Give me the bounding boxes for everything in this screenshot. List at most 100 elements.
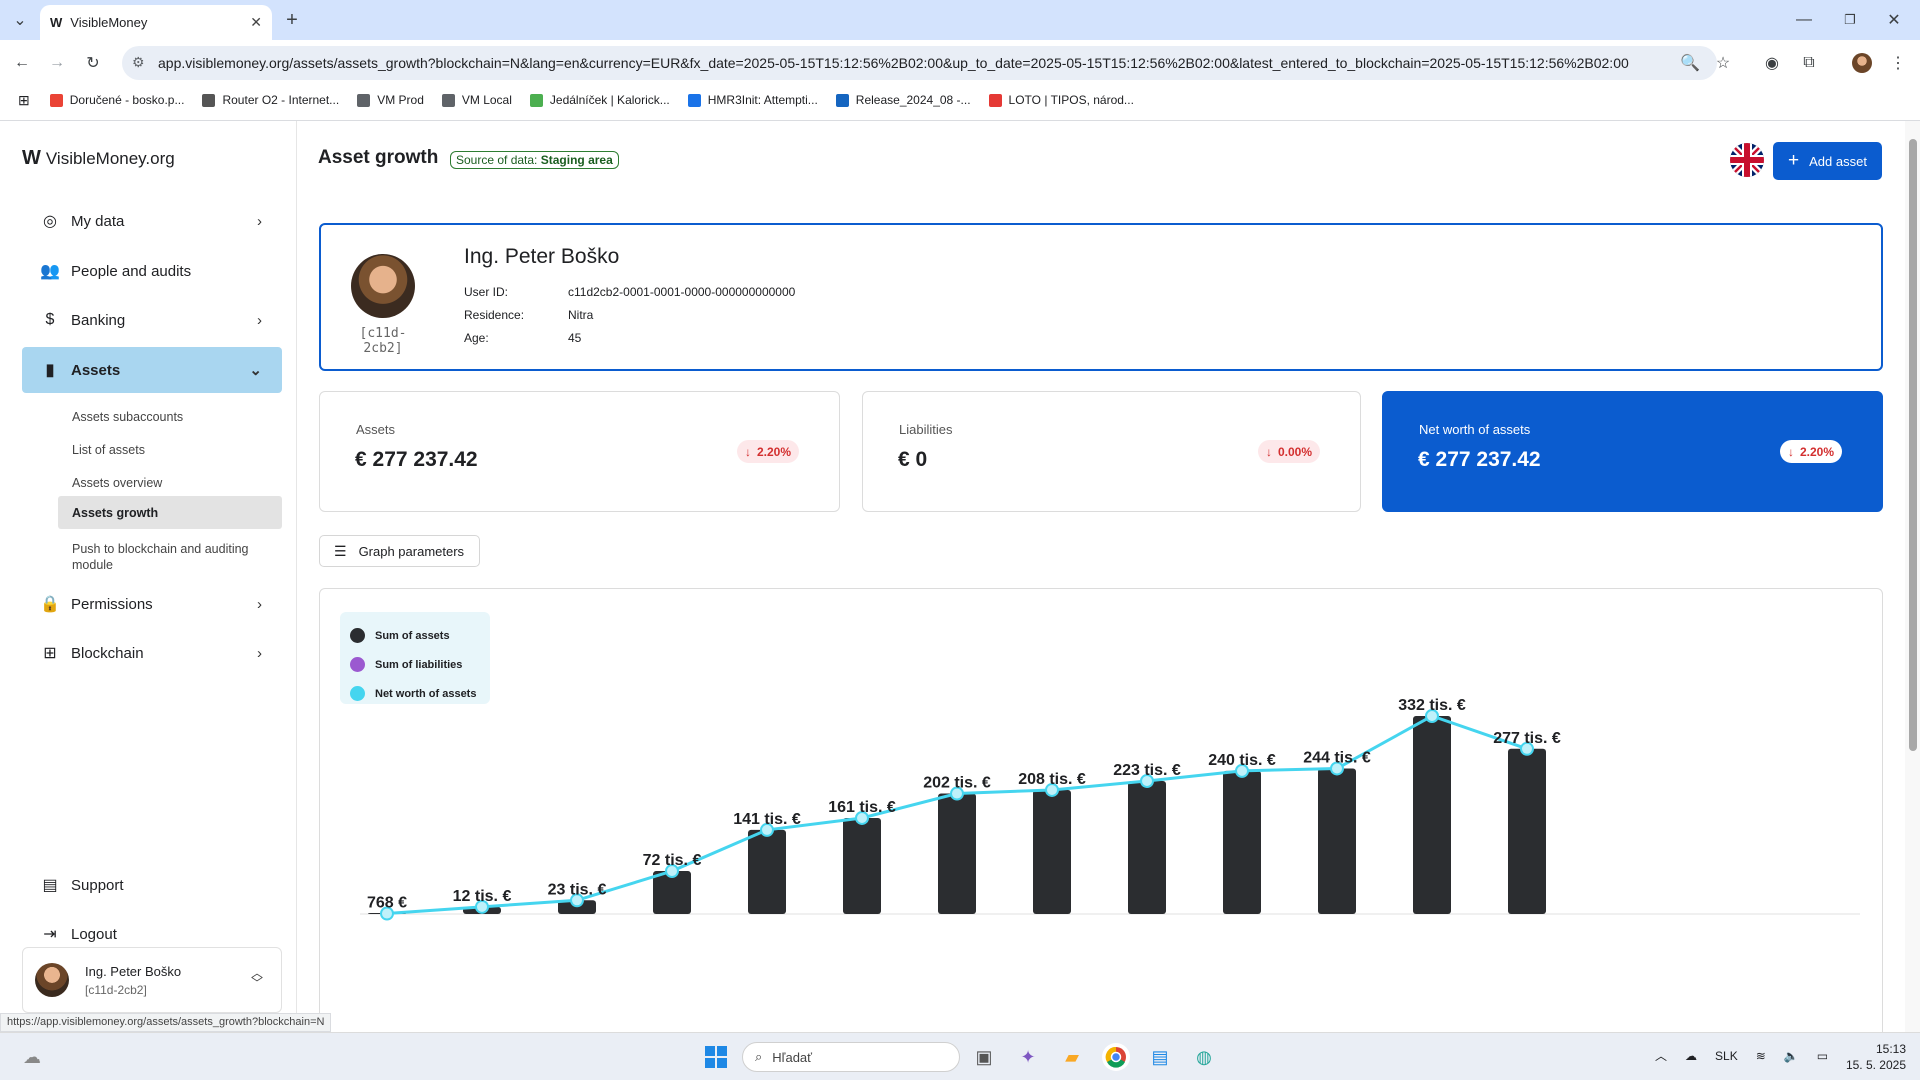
profile-avatar-icon[interactable]: [1848, 49, 1876, 77]
asset-bar[interactable]: [1508, 748, 1546, 914]
user-switcher[interactable]: Ing. Peter Boško [c11d-2cb2] ︿ ﹀: [22, 947, 282, 1013]
card-label: Assets: [356, 422, 396, 437]
sidebar-item-permissions[interactable]: 🔒 Permissions ›: [22, 581, 282, 627]
arrow-down-icon: ↓: [744, 444, 751, 459]
sidebar-subitem-assets-subaccounts[interactable]: Assets subaccounts: [58, 403, 282, 431]
volume-icon[interactable]: 🔈: [1784, 1049, 1799, 1063]
sidebar-item-assets[interactable]: ▮ Assets ⌄: [22, 347, 282, 393]
close-tab-icon[interactable]: ✕: [250, 14, 262, 31]
forward-icon[interactable]: →: [43, 49, 71, 77]
minimize-icon[interactable]: —: [1790, 6, 1818, 34]
site-info-icon[interactable]: ⚙: [132, 54, 145, 71]
bookmark-item[interactable]: Doručené - bosko.p...: [49, 93, 184, 107]
sidebar-subitem-push-to-blockchain[interactable]: Push to blockchain and auditing module: [58, 535, 282, 579]
clock[interactable]: 15:13 15. 5. 2025: [1836, 1041, 1906, 1073]
battery-icon[interactable]: ▭: [1817, 1049, 1828, 1063]
sidebar-item-my-data[interactable]: ◎ My data ›: [22, 198, 282, 244]
bookmark-item[interactable]: Jedálníček | Kalorick...: [529, 93, 670, 107]
bookmark-item[interactable]: HMR3Init: Attempti...: [687, 93, 818, 107]
kaloricke-icon: [529, 93, 543, 107]
asset-bar[interactable]: [938, 793, 976, 914]
change-value: 2.20%: [1799, 444, 1834, 459]
address-bar[interactable]: ⚙ app.visiblemoney.org/assets/assets_gro…: [122, 46, 1717, 80]
asset-bar[interactable]: [1033, 789, 1071, 914]
legend-dot-icon: [350, 628, 365, 643]
asset-bar[interactable]: [1128, 781, 1166, 914]
reload-icon[interactable]: ↻: [79, 49, 107, 77]
data-label: 161 tis. €: [828, 799, 896, 816]
bookmark-item[interactable]: Release_2024_08 -...: [835, 93, 971, 107]
graph-parameters-button[interactable]: ☰ Graph parameters: [319, 535, 480, 567]
extension-icon[interactable]: ◉: [1758, 49, 1786, 77]
sidebar-item-blockchain[interactable]: ⊞ Blockchain ›: [22, 630, 282, 676]
asset-bar[interactable]: [1318, 768, 1356, 914]
close-window-icon[interactable]: ✕: [1880, 6, 1908, 34]
card-value: € 0: [898, 448, 928, 471]
profile-field-age: Age: 45: [464, 331, 581, 345]
legend-item-sum-of-liabilities[interactable]: Sum of liabilities: [350, 650, 480, 679]
bookmark-item[interactable]: VM Local: [441, 93, 512, 107]
menu-icon[interactable]: ⋮: [1884, 49, 1912, 77]
new-tab-icon[interactable]: +: [278, 6, 306, 34]
clock-date: 15. 5. 2025: [1845, 1058, 1906, 1072]
chrome-icon[interactable]: [1102, 1043, 1130, 1071]
asset-bar[interactable]: [748, 829, 786, 914]
windows-start-icon[interactable]: [702, 1043, 730, 1071]
legend-label: Net worth of assets: [375, 687, 477, 700]
search-icon: ⌕: [755, 1049, 763, 1064]
zoom-icon[interactable]: 🔍: [1676, 49, 1704, 77]
weather-icon[interactable]: ☁: [18, 1043, 46, 1071]
notepad-icon[interactable]: ▤: [1146, 1043, 1174, 1071]
logo[interactable]: W VisibleMoney.org: [22, 147, 175, 170]
language-indicator[interactable]: SLK: [1715, 1049, 1738, 1063]
legend-item-sum-of-assets[interactable]: Sum of assets: [350, 621, 480, 650]
sidebar-item-banking[interactable]: $ Banking ›: [22, 297, 282, 343]
logout-icon: ⇥: [43, 926, 57, 943]
bookmark-star-icon[interactable]: ☆: [1709, 49, 1737, 77]
sidebar-item-label: People and audits: [71, 262, 192, 280]
asset-bar[interactable]: [843, 817, 881, 914]
data-label: 208 tis. €: [1018, 771, 1086, 788]
user-name: Ing. Peter Boško: [85, 963, 182, 979]
asset-bar[interactable]: [1223, 770, 1261, 914]
puzzle-icon[interactable]: ⧉: [1795, 49, 1823, 77]
logo-text: VisibleMoney.org: [45, 148, 175, 168]
wifi-icon[interactable]: ≋: [1756, 1049, 1766, 1063]
sidebar-item-label: Banking: [71, 311, 126, 329]
taskbar-search[interactable]: ⌕ Hľadať: [742, 1042, 960, 1072]
profile-name: Ing. Peter Boško: [464, 245, 620, 268]
bookmark-item[interactable]: LOTO | TIPOS, národ...: [988, 93, 1134, 107]
add-asset-button[interactable]: + Add asset: [1773, 142, 1882, 180]
page-scrollbar[interactable]: [1905, 121, 1920, 1032]
onedrive-icon[interactable]: ☁: [1685, 1049, 1697, 1063]
scrollbar-thumb[interactable]: [1909, 139, 1917, 751]
bookmark-item[interactable]: Router O2 - Internet...: [202, 93, 339, 107]
chevron-up-icon[interactable]: ︿: [1655, 1047, 1667, 1064]
sidebar-subitem-assets-overview[interactable]: Assets overview: [58, 469, 282, 497]
file-explorer-icon[interactable]: ▰: [1058, 1043, 1086, 1071]
browser-tab[interactable]: W VisibleMoney ✕: [40, 5, 272, 40]
chevron-right-icon: ›: [257, 644, 262, 662]
asset-bar[interactable]: [1413, 716, 1451, 914]
task-view-icon[interactable]: ▣: [970, 1043, 998, 1071]
tab-search-icon[interactable]: ⌄: [6, 6, 34, 34]
lock-icon: 🔒: [40, 596, 60, 613]
legend-dot-icon: [350, 657, 365, 672]
profile-short-id: [c11d-2cb2]: [359, 326, 407, 356]
bookmark-item[interactable]: VM Prod: [357, 93, 424, 107]
sidebar-subitem-assets-growth[interactable]: Assets growth: [58, 496, 282, 529]
copilot-icon[interactable]: ✦: [1014, 1043, 1042, 1071]
sidebar-item-support[interactable]: ▤ Support: [22, 862, 282, 908]
globe-app-icon[interactable]: ◍: [1190, 1043, 1218, 1071]
restore-icon[interactable]: ❐: [1836, 6, 1864, 34]
browser-chrome: ⌄ W VisibleMoney ✕ + — ❐ ✕ ← → ↻ ⚙ app.v…: [0, 0, 1920, 121]
bookmark-label: Release_2024_08 -...: [855, 93, 971, 107]
back-icon[interactable]: ←: [8, 49, 36, 77]
change-badge: ↓ 2.20%: [1779, 440, 1842, 463]
sidebar-subitem-list-of-assets[interactable]: List of assets: [58, 436, 282, 464]
legend-item-net-worth[interactable]: Net worth of assets: [350, 679, 480, 708]
sidebar-item-people-and-audits[interactable]: 👥 People and audits: [22, 248, 282, 294]
uk-flag-icon[interactable]: [1730, 143, 1764, 177]
logo-mark-icon: W: [22, 147, 41, 169]
apps-icon[interactable]: ⊞: [18, 92, 30, 109]
